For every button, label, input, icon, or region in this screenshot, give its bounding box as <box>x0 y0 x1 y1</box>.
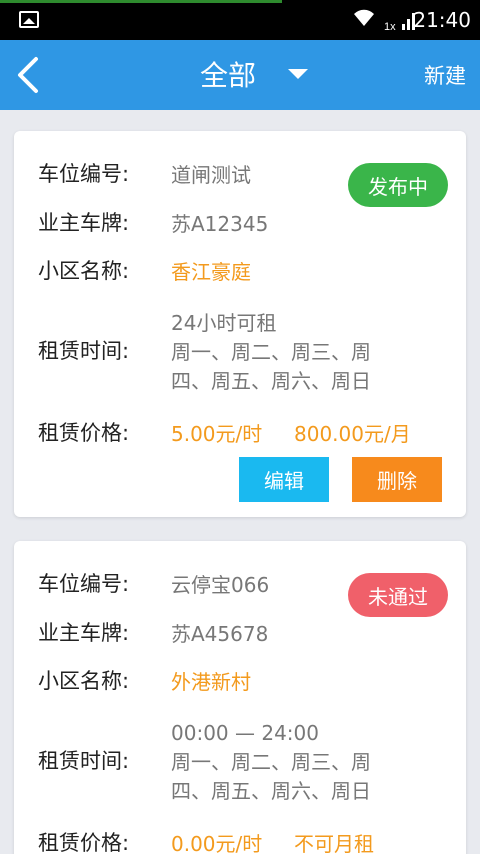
label-rent-time: 租赁时间: <box>38 749 130 773</box>
app-header: 全部 新建 <box>0 40 480 110</box>
rent-time-line: 周一、周二、周三、周 <box>171 750 371 774</box>
new-button[interactable]: 新建 <box>424 60 466 90</box>
rent-time-line: 24小时可租 <box>171 311 277 335</box>
owner-plate-value: 苏A12345 <box>171 212 269 236</box>
rent-time-line: 四、周五、周六、周日 <box>171 369 371 393</box>
delete-button[interactable]: 删除 <box>352 457 442 502</box>
page-title: 全部 <box>200 59 257 92</box>
price-hour-value: 5.00元/时 <box>171 422 263 446</box>
status-badge: 发布中 <box>348 163 448 207</box>
rent-time-value: 24小时可租 周一、周二、周三、周 四、周五、周六、周日 <box>171 309 431 396</box>
rent-time-line: 周一、周二、周三、周 <box>171 340 371 364</box>
parking-card[interactable]: 车位编号: 道闸测试 发布中 业主车牌: 苏A12345 小区名称: 香江豪庭 … <box>14 131 466 517</box>
wifi-icon <box>354 9 374 27</box>
rent-time-line: 00:00 — 24:00 <box>171 721 319 745</box>
label-rent-price: 租赁价格: <box>38 831 130 854</box>
filter-dropdown[interactable]: 全部 <box>200 52 309 96</box>
status-time: 21:40 <box>413 8 471 32</box>
label-space-no: 车位编号: <box>38 162 130 186</box>
status-bar: 1x 21:40 <box>0 0 480 40</box>
label-rent-price: 租赁价格: <box>38 421 130 445</box>
rent-time-value: 00:00 — 24:00 周一、周二、周三、周 四、周五、周六、周日 <box>171 719 431 806</box>
parking-card[interactable]: 车位编号: 云停宝066 未通过 业主车牌: 苏A45678 小区名称: 外港新… <box>14 541 466 854</box>
status-progress <box>0 0 282 3</box>
label-community: 小区名称: <box>38 259 130 283</box>
status-badge: 未通过 <box>348 573 448 617</box>
price-hour-value: 0.00元/时 <box>171 832 263 854</box>
network-type: 1x <box>384 21 396 32</box>
label-owner-plate: 业主车牌: <box>38 621 130 645</box>
owner-plate-value: 苏A45678 <box>171 622 269 646</box>
image-notification-icon <box>19 11 39 28</box>
label-community: 小区名称: <box>38 669 130 693</box>
edit-button[interactable]: 编辑 <box>239 457 329 502</box>
community-value: 外港新村 <box>171 670 251 694</box>
back-icon[interactable] <box>14 56 44 94</box>
space-no-value: 道闸测试 <box>171 163 251 187</box>
community-value: 香江豪庭 <box>171 260 251 284</box>
price-month-value: 不可月租 <box>294 832 374 854</box>
price-month-value: 800.00元/月 <box>294 422 411 446</box>
space-no-value: 云停宝066 <box>171 573 270 597</box>
label-owner-plate: 业主车牌: <box>38 211 130 235</box>
label-rent-time: 租赁时间: <box>38 339 130 363</box>
label-space-no: 车位编号: <box>38 572 130 596</box>
chevron-down-icon <box>288 69 309 79</box>
rent-time-line: 四、周五、周六、周日 <box>171 779 371 803</box>
